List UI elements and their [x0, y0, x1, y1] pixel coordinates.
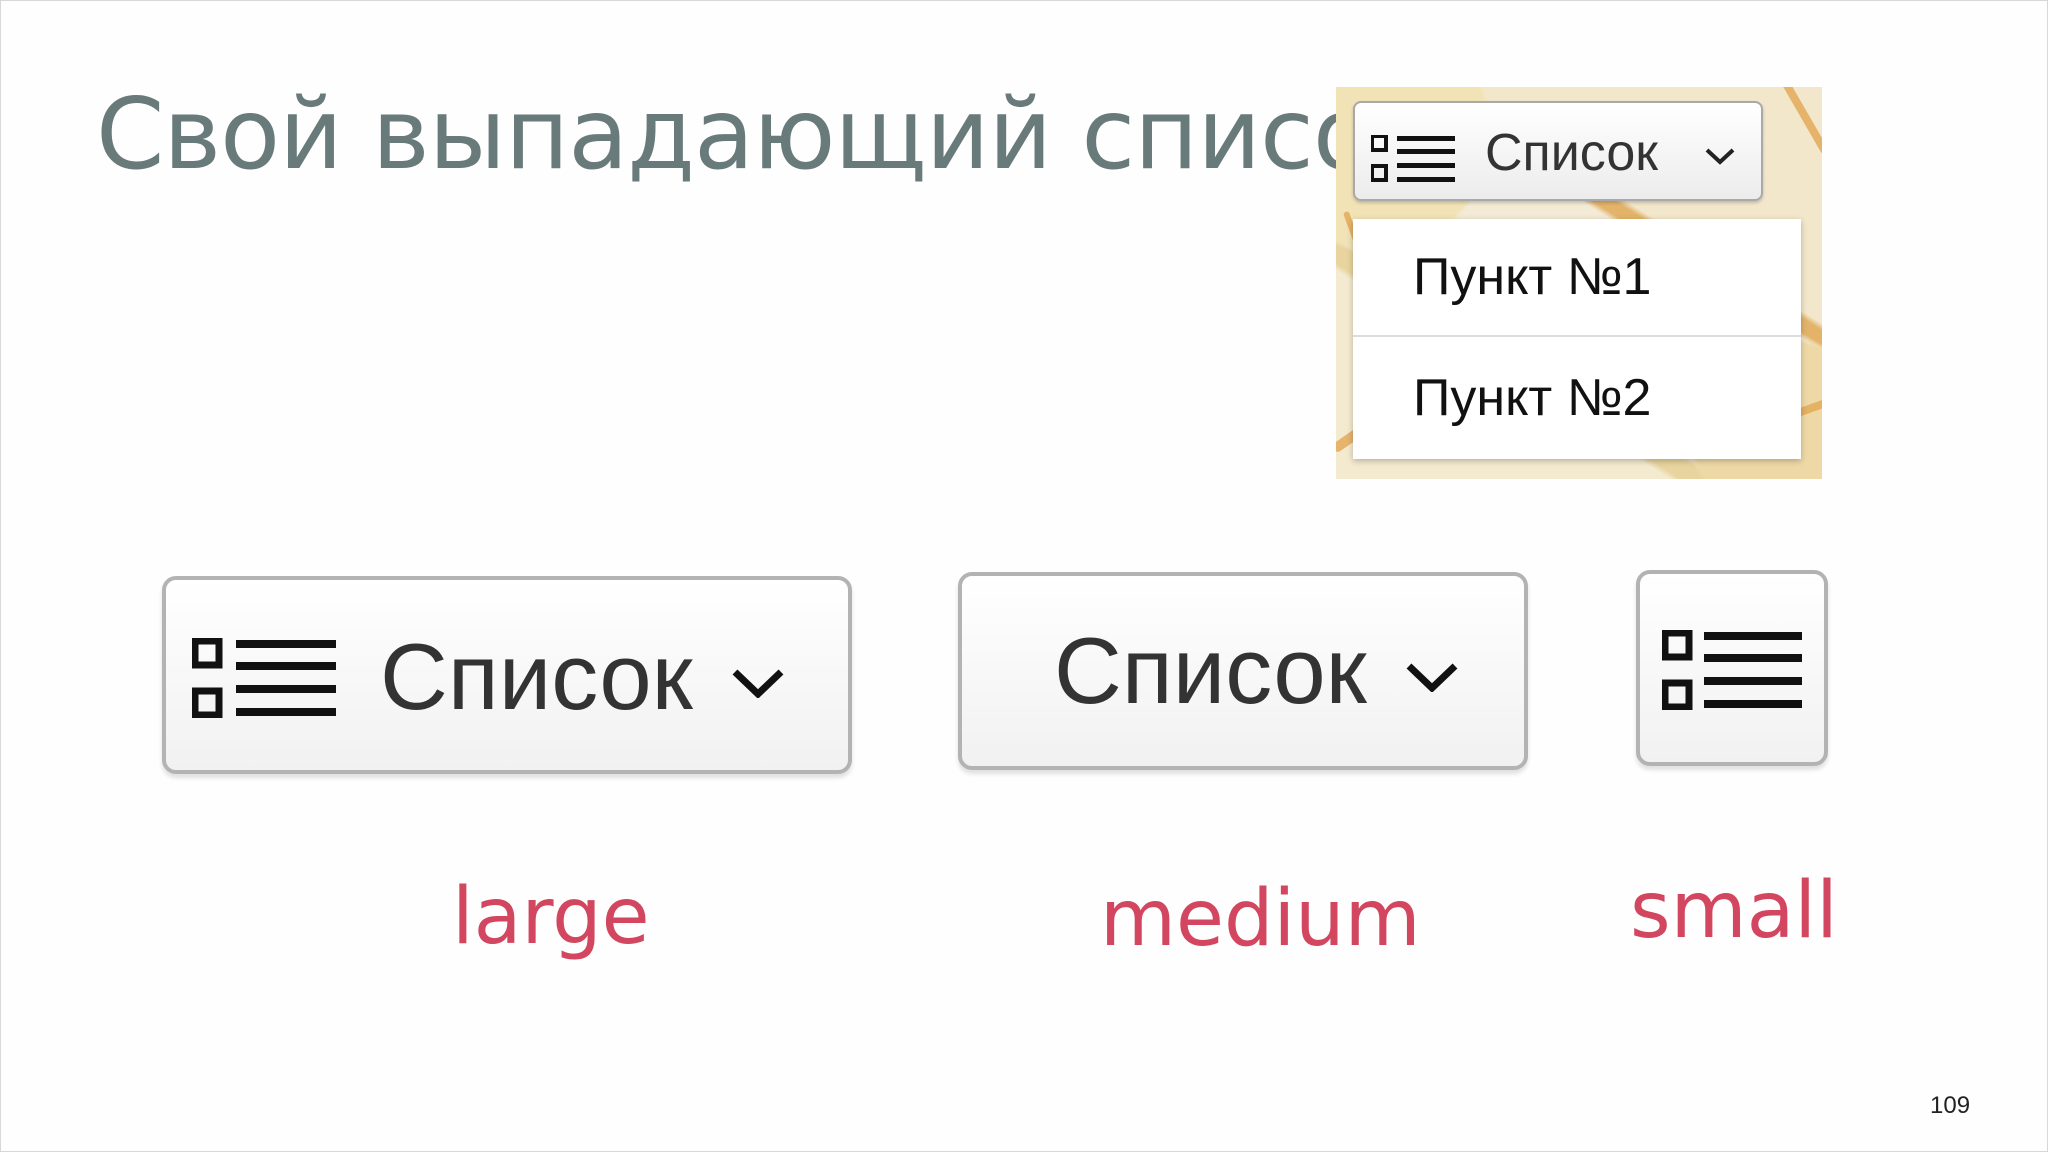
map-road	[1762, 87, 1822, 155]
small-caption: small	[1630, 866, 1838, 956]
menu-item-2[interactable]: Пункт №2	[1353, 339, 1801, 457]
list-icon	[1662, 630, 1802, 710]
list-icon	[192, 638, 336, 718]
chevron-down-icon	[732, 669, 784, 698]
menu-item-1[interactable]: Пункт №1	[1353, 219, 1801, 337]
dropdown-menu: Пункт №1 Пункт №2	[1353, 219, 1801, 459]
dropdown-preview-image: Список Пункт №1 Пункт №2	[1336, 87, 1822, 479]
medium-dropdown-button[interactable]: Список	[958, 572, 1528, 770]
chevron-down-icon	[1705, 148, 1735, 165]
slide: Свой выпадающий список Список Пункт №1 П…	[0, 0, 2048, 1152]
preview-dropdown-toggle[interactable]: Список	[1353, 101, 1763, 201]
page-number: 109	[1930, 1092, 1971, 1119]
large-dropdown-button[interactable]: Список	[162, 576, 852, 774]
large-button-label: Список	[380, 624, 693, 729]
small-dropdown-button[interactable]	[1636, 570, 1828, 766]
large-caption: large	[452, 872, 650, 962]
preview-toggle-label: Список	[1485, 124, 1659, 182]
list-icon	[1371, 135, 1455, 182]
medium-button-label: Список	[1054, 618, 1367, 723]
chevron-down-icon	[1406, 663, 1458, 692]
slide-title: Свой выпадающий список	[96, 78, 1431, 192]
medium-caption: medium	[1100, 874, 1421, 964]
